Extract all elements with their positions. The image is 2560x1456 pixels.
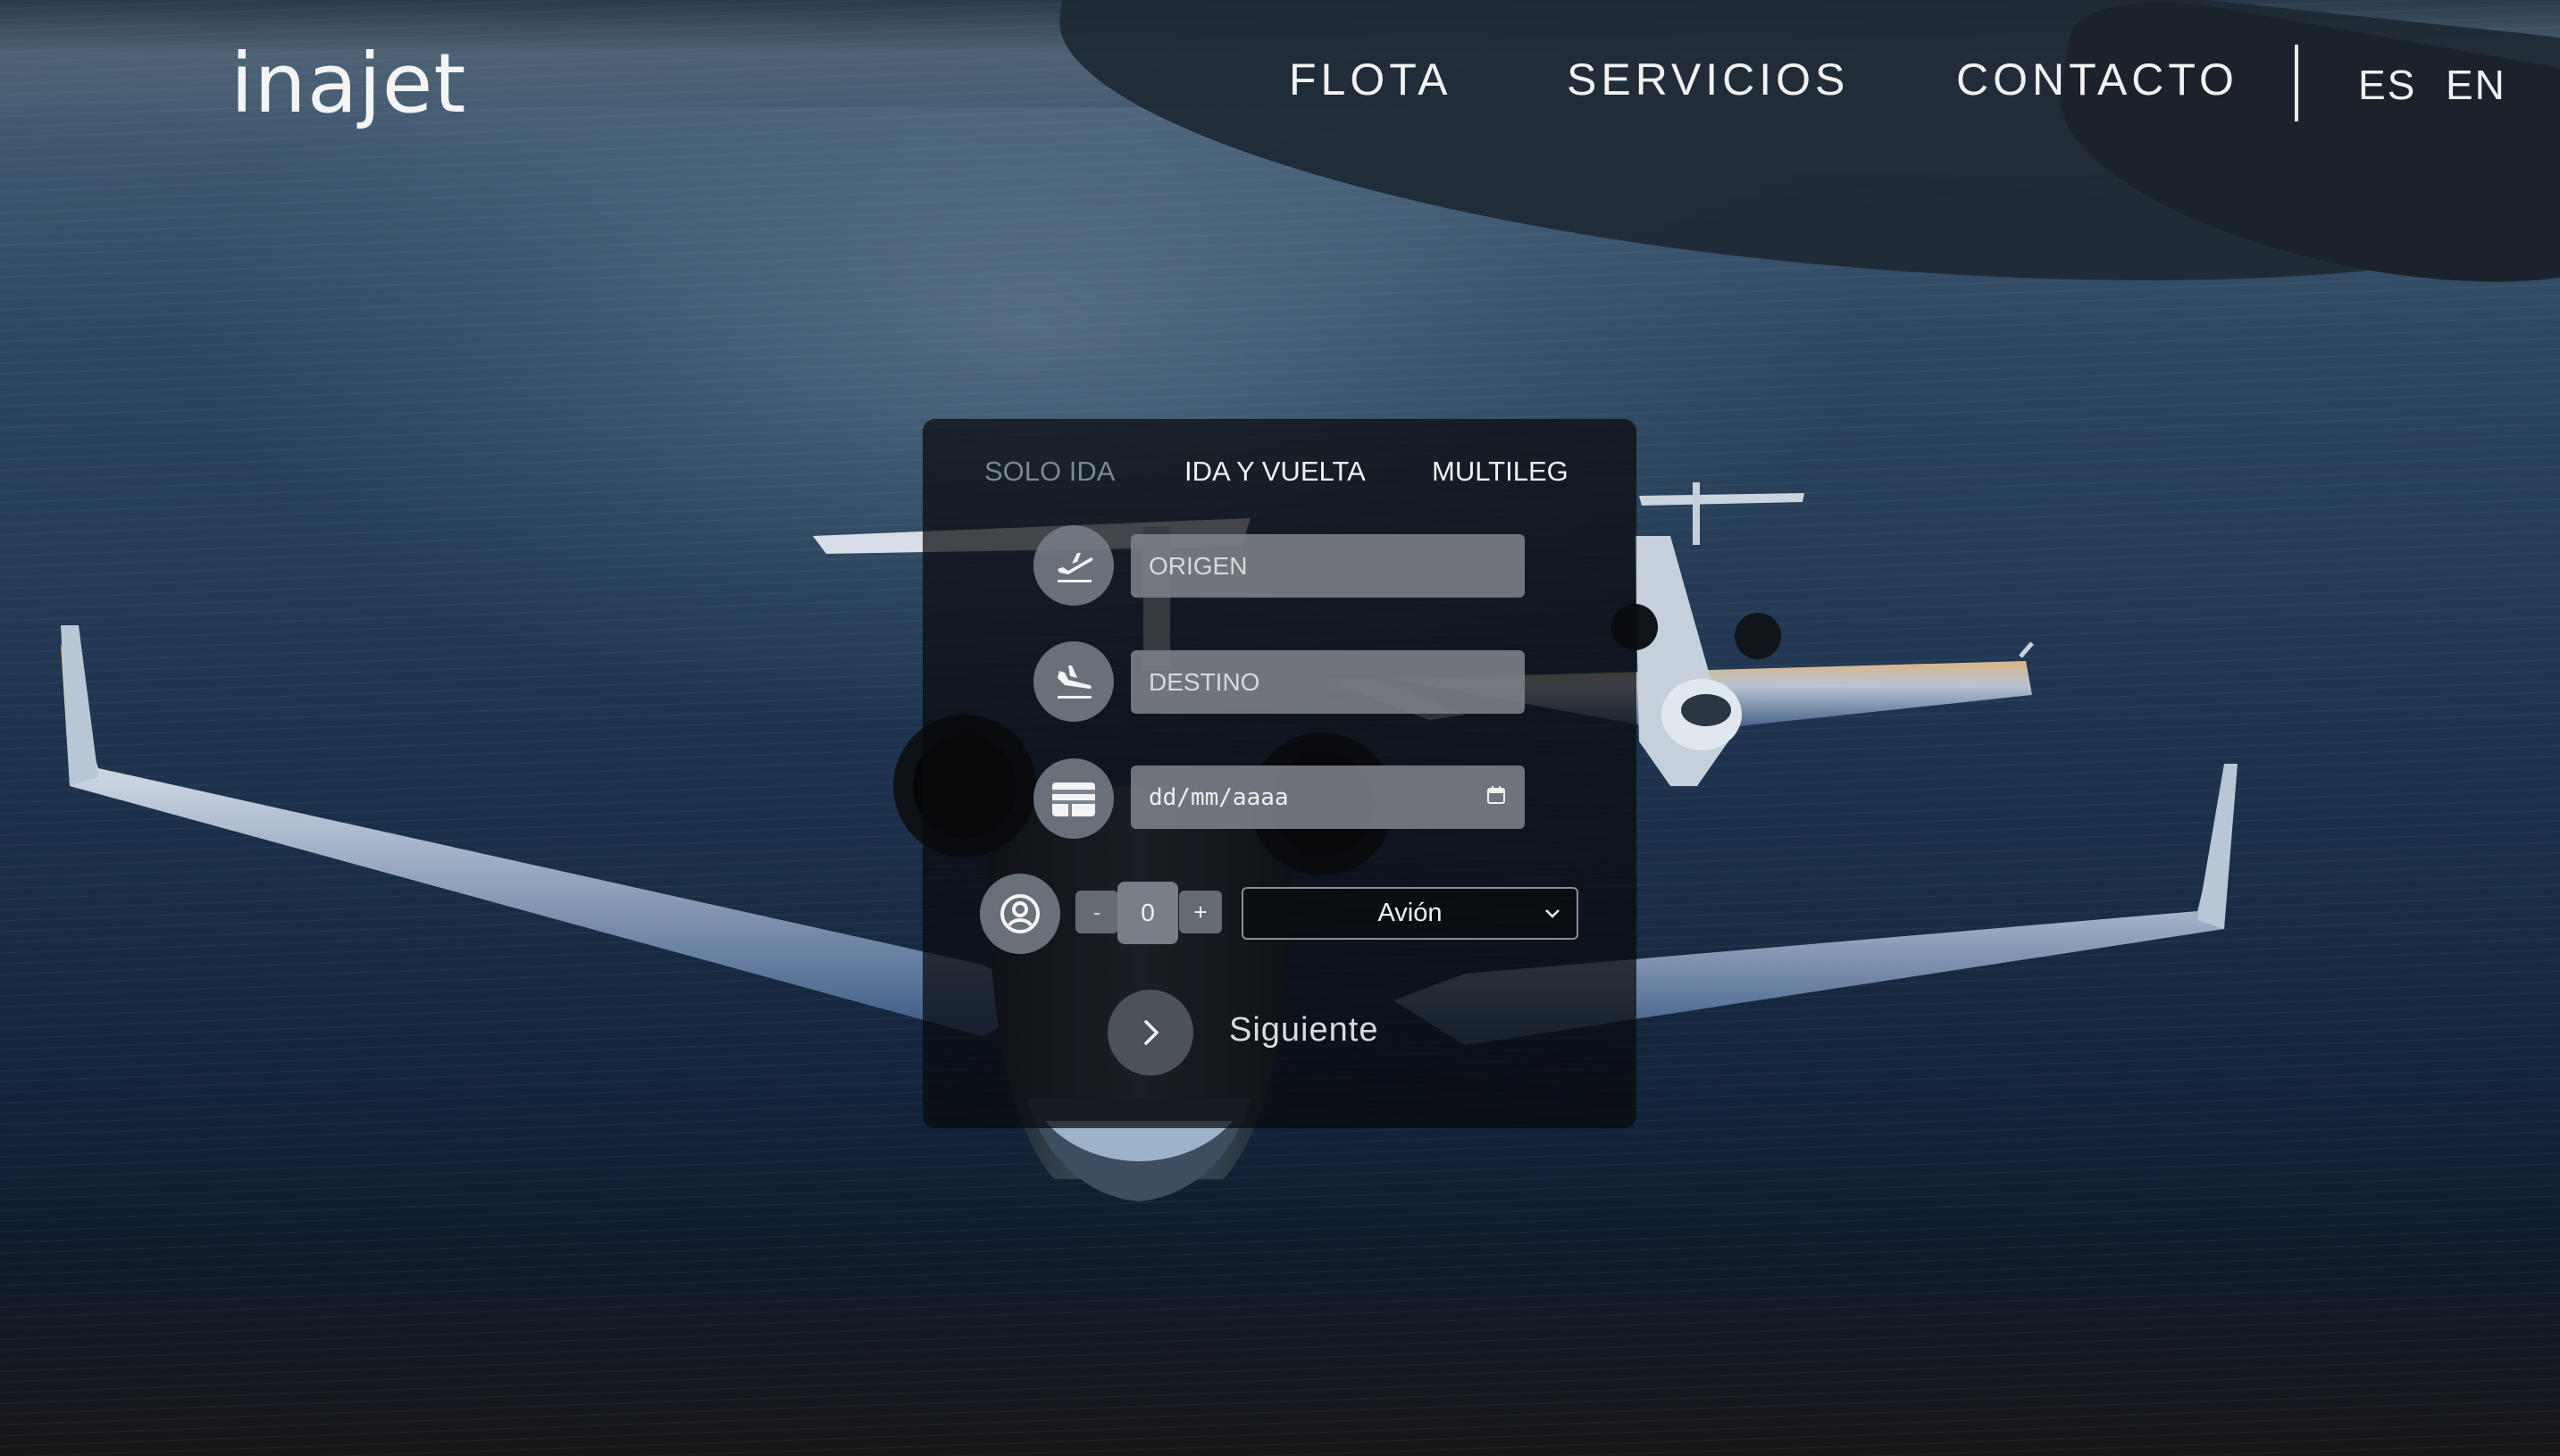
calendar-icon[interactable] (1485, 783, 1507, 812)
aircraft-type-select[interactable]: Avión (1242, 887, 1578, 940)
next-button[interactable] (1108, 990, 1193, 1075)
calendar-card-icon (1033, 758, 1114, 839)
nav-item-flota[interactable]: FLOTA (1289, 54, 1452, 105)
passenger-increment-button[interactable]: + (1179, 891, 1222, 933)
origin-input[interactable] (1131, 534, 1525, 598)
aircraft-type-value: Avión (1377, 899, 1443, 927)
inajet-logo[interactable]: inajet (230, 36, 466, 131)
tab-ida-y-vuelta[interactable]: IDA Y VUELTA (1184, 456, 1366, 488)
date-placeholder: dd/mm/aaaa (1149, 783, 1289, 811)
chevron-right-icon (1144, 1020, 1159, 1045)
landing-icon (1033, 641, 1114, 722)
tab-multileg[interactable]: MULTILEG (1432, 456, 1569, 488)
chevron-down-icon (1541, 901, 1564, 932)
takeoff-icon (1033, 525, 1114, 606)
passenger-count[interactable]: 0 (1117, 882, 1178, 944)
nav-divider (2295, 45, 2298, 121)
next-label[interactable]: Siguiente (1229, 1011, 1378, 1050)
nav-item-contacto[interactable]: CONTACTO (1956, 54, 2238, 105)
destination-input[interactable] (1131, 650, 1525, 714)
language-es[interactable]: ES (2358, 61, 2416, 109)
tab-solo-ida[interactable]: SOLO IDA (984, 456, 1115, 488)
user-circle-icon (980, 874, 1060, 954)
passenger-decrement-button[interactable]: - (1075, 891, 1118, 933)
nav-item-servicios[interactable]: SERVICIOS (1567, 54, 1849, 105)
date-input[interactable]: dd/mm/aaaa (1131, 766, 1525, 829)
language-en[interactable]: EN (2446, 61, 2506, 109)
